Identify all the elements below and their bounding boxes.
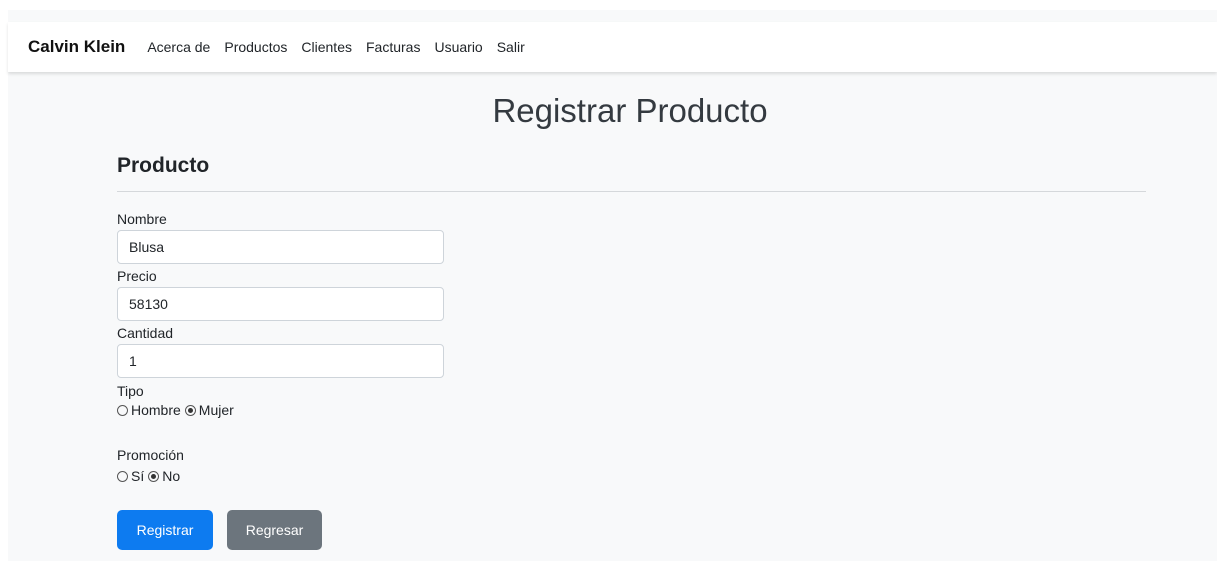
tipo-label: Tipo [117,383,144,399]
tipo-hombre-label[interactable]: Hombre [131,402,181,418]
registrar-button[interactable]: Registrar [117,510,213,550]
tipo-radio-group: Hombre Mujer [117,402,238,418]
nav-link-facturas[interactable]: Facturas [366,39,420,55]
nav-link-productos[interactable]: Productos [224,39,287,55]
precio-label: Precio [117,268,157,284]
tipo-hombre-radio[interactable] [117,404,128,416]
nav-link-salir[interactable]: Salir [497,39,525,55]
nombre-input[interactable]: Blusa [117,230,444,264]
tipo-mujer-label[interactable]: Mujer [199,402,234,418]
section-divider [117,191,1146,192]
page-title: Registrar Producto [492,92,768,129]
tipo-mujer-radio[interactable] [184,404,196,416]
cantidad-label: Cantidad [117,325,174,341]
navbar-brand[interactable]: Calvin Klein [28,37,125,57]
promocion-si-radio[interactable] [117,470,128,482]
precio-input[interactable]: 58130 [117,287,444,321]
nav-link-acerca-de[interactable]: Acerca de [147,39,210,55]
promocion-label: Promoción [117,447,184,463]
nav-link-clientes[interactable]: Clientes [301,39,352,55]
nav-link-usuario[interactable]: Usuario [434,39,482,55]
promocion-no-label[interactable]: No [162,468,180,484]
section-title: Producto [117,154,210,177]
promocion-radio-group: Sí No [117,468,184,484]
promocion-si-label[interactable]: Sí [131,468,144,484]
cantidad-input[interactable]: 1 [117,344,444,378]
promocion-no-radio[interactable] [148,470,160,482]
regresar-button[interactable]: Regresar [227,510,322,550]
top-navbar: Calvin Klein Acerca de Productos Cliente… [8,22,1217,72]
nombre-label: Nombre [117,211,167,227]
